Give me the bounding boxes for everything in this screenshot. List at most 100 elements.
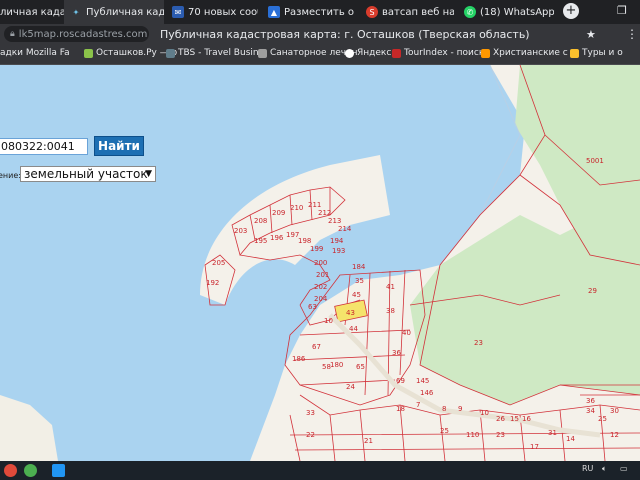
parcel-label: 16 bbox=[522, 415, 531, 423]
parcel-label: 186 bbox=[292, 355, 306, 363]
land-west bbox=[0, 395, 58, 461]
parcel-label: 195 bbox=[254, 237, 267, 245]
tab-label: Разместить объяв bbox=[284, 6, 354, 18]
bookmark-label: TourIndex - поиск bbox=[404, 48, 485, 58]
parcel-label: 8 bbox=[442, 405, 446, 413]
bookmarks-bar: адки Mozilla Fa Осташков.Ру — о TBS - Tr… bbox=[0, 45, 640, 65]
language-indicator[interactable]: RU bbox=[582, 464, 593, 473]
parcel-label: 25 bbox=[598, 415, 607, 423]
parcel-label: 194 bbox=[330, 237, 344, 245]
chevron-down-icon: ▼ bbox=[145, 169, 152, 179]
parcel-label: 67 bbox=[312, 343, 321, 351]
yandex-icon bbox=[345, 48, 354, 58]
new-tab-button[interactable]: + bbox=[563, 3, 579, 19]
cadastral-map[interactable]: 203 208 209 210 211 212 213 192 205 195 … bbox=[0, 65, 640, 461]
parcel-label: 200 bbox=[314, 259, 327, 267]
chrome-icon[interactable] bbox=[24, 464, 37, 477]
page-icon bbox=[258, 48, 267, 58]
parcel-label: 25 bbox=[440, 427, 449, 435]
parcel-label: 193 bbox=[332, 247, 345, 255]
notification-icon[interactable]: ▭ bbox=[620, 464, 628, 473]
bookmark-ostashkov[interactable]: Осташков.Ру — о bbox=[84, 48, 177, 58]
parcel-label: 208 bbox=[254, 217, 267, 225]
tab-cadastre-1[interactable]: личная кадаст bbox=[0, 0, 64, 24]
parcel-label: 10 bbox=[324, 317, 333, 325]
tab-messages[interactable]: ✉ 70 новых сообщен bbox=[166, 0, 258, 24]
parcel-label: 7 bbox=[416, 401, 420, 409]
windows-start-icon[interactable] bbox=[4, 464, 17, 477]
parcel-label: 192 bbox=[206, 279, 219, 287]
parcel-label: 203 bbox=[234, 227, 247, 235]
parcel-label: 35 bbox=[355, 277, 364, 285]
tab-label: ватсап веб на ком bbox=[382, 6, 454, 18]
find-button[interactable]: Найти bbox=[94, 136, 144, 156]
tab-place-ad[interactable]: ▲ Разместить объяв bbox=[262, 0, 354, 24]
bookmark-tbs[interactable]: TBS - Travel Busin bbox=[166, 48, 259, 58]
tab-cadastre-active[interactable]: ✦ Публичная када ✕ bbox=[64, 0, 164, 24]
parcel-label: 29 bbox=[588, 287, 597, 295]
parcel-label: 22 bbox=[306, 431, 315, 439]
parcel-label: 41 bbox=[386, 283, 395, 291]
tab-label: личная кадаст bbox=[0, 6, 64, 18]
map-canvas[interactable]: 203 208 209 210 211 212 213 192 205 195 … bbox=[0, 65, 640, 461]
sound-icon[interactable]: 🔈︎ bbox=[602, 464, 607, 474]
search-favicon-icon: S bbox=[366, 6, 378, 18]
bookmark-label: TBS - Travel Busin bbox=[178, 48, 259, 58]
bookmark-tours[interactable]: Туры и о bbox=[570, 48, 623, 58]
os-taskbar: RU 🔈︎ ▭ bbox=[0, 461, 640, 480]
parcel-label: 26 bbox=[496, 415, 505, 423]
parcel-label: 205 bbox=[212, 259, 225, 267]
bookmark-tourindex[interactable]: TourIndex - поиск bbox=[392, 48, 484, 58]
mail-favicon-icon: ✉ bbox=[172, 6, 184, 18]
parcel-label: 40 bbox=[402, 329, 411, 337]
parcel-label: 211 bbox=[308, 201, 321, 209]
parcel-label: 146 bbox=[420, 389, 434, 397]
parcel-label: 10 bbox=[480, 409, 489, 417]
parcel-label: 43 bbox=[346, 309, 355, 317]
restore-window-icon[interactable]: ❐ bbox=[617, 4, 627, 17]
parcel-label: 31 bbox=[548, 429, 557, 437]
parcel-label: 199 bbox=[310, 245, 323, 253]
parcel-label: 196 bbox=[270, 234, 284, 242]
parcel-label: 21 bbox=[364, 437, 373, 445]
leaf-icon bbox=[84, 48, 93, 58]
parcel-label: 214 bbox=[338, 225, 352, 233]
parcel-label: 110 bbox=[466, 431, 479, 439]
parcel-label: 198 bbox=[298, 237, 311, 245]
tab-whatsapp[interactable]: ✆ (18) WhatsApp bbox=[458, 0, 554, 24]
parcel-label: 36 bbox=[586, 397, 595, 405]
parcel-label: 12 bbox=[610, 431, 619, 439]
edge-icon[interactable] bbox=[52, 464, 65, 477]
bookmark-mozilla[interactable]: адки Mozilla Fa bbox=[0, 48, 70, 58]
tourindex-icon bbox=[392, 48, 401, 58]
tab-strip: личная кадаст ✦ Публичная када ✕ ✉ 70 но… bbox=[0, 0, 640, 24]
parcel-label: 212 bbox=[318, 209, 331, 217]
tab-label: Публичная када bbox=[86, 6, 164, 18]
bookmark-star-icon[interactable]: ★ bbox=[586, 28, 596, 41]
parcel-label: 33 bbox=[306, 409, 315, 417]
object-type-select[interactable]: земельный участок ▼ bbox=[20, 166, 156, 182]
cadastral-number-input[interactable]: 080322:0041 bbox=[0, 138, 88, 155]
lock-icon: 🔒︎ bbox=[10, 29, 15, 39]
parcel-label: 23 bbox=[496, 431, 505, 439]
bookmark-yandex[interactable]: Яндекс bbox=[345, 48, 391, 58]
parcel-label: 23 bbox=[474, 339, 483, 347]
bookmark-christian[interactable]: Христианские с д bbox=[481, 48, 577, 58]
url-field[interactable]: 🔒︎ lk5map.roscadastres.com bbox=[4, 26, 149, 42]
avito-favicon-icon: ▲ bbox=[268, 6, 280, 18]
parcel-label: 209 bbox=[272, 209, 285, 217]
parcel-label: 34 bbox=[586, 407, 595, 415]
parcel-label: 204 bbox=[314, 295, 328, 303]
url-text: lk5map.roscadastres.com bbox=[18, 28, 148, 40]
menu-icon[interactable]: ⋮ bbox=[626, 27, 638, 41]
bookmark-label: Туры и о bbox=[582, 48, 623, 58]
bookmark-sanatorium[interactable]: Санаторное лечен bbox=[258, 48, 357, 58]
tab-whatsapp-search[interactable]: S ватсап веб на ком bbox=[360, 0, 454, 24]
bookmark-label: Осташков.Ру — о bbox=[96, 48, 178, 58]
parcel-label: 213 bbox=[328, 217, 341, 225]
parcel-label: 17 bbox=[530, 443, 539, 451]
page-icon bbox=[570, 48, 579, 58]
bookmark-label: Яндекс bbox=[357, 48, 392, 58]
parcel-label: 5001 bbox=[586, 157, 604, 165]
parcel-label: 44 bbox=[349, 325, 358, 333]
